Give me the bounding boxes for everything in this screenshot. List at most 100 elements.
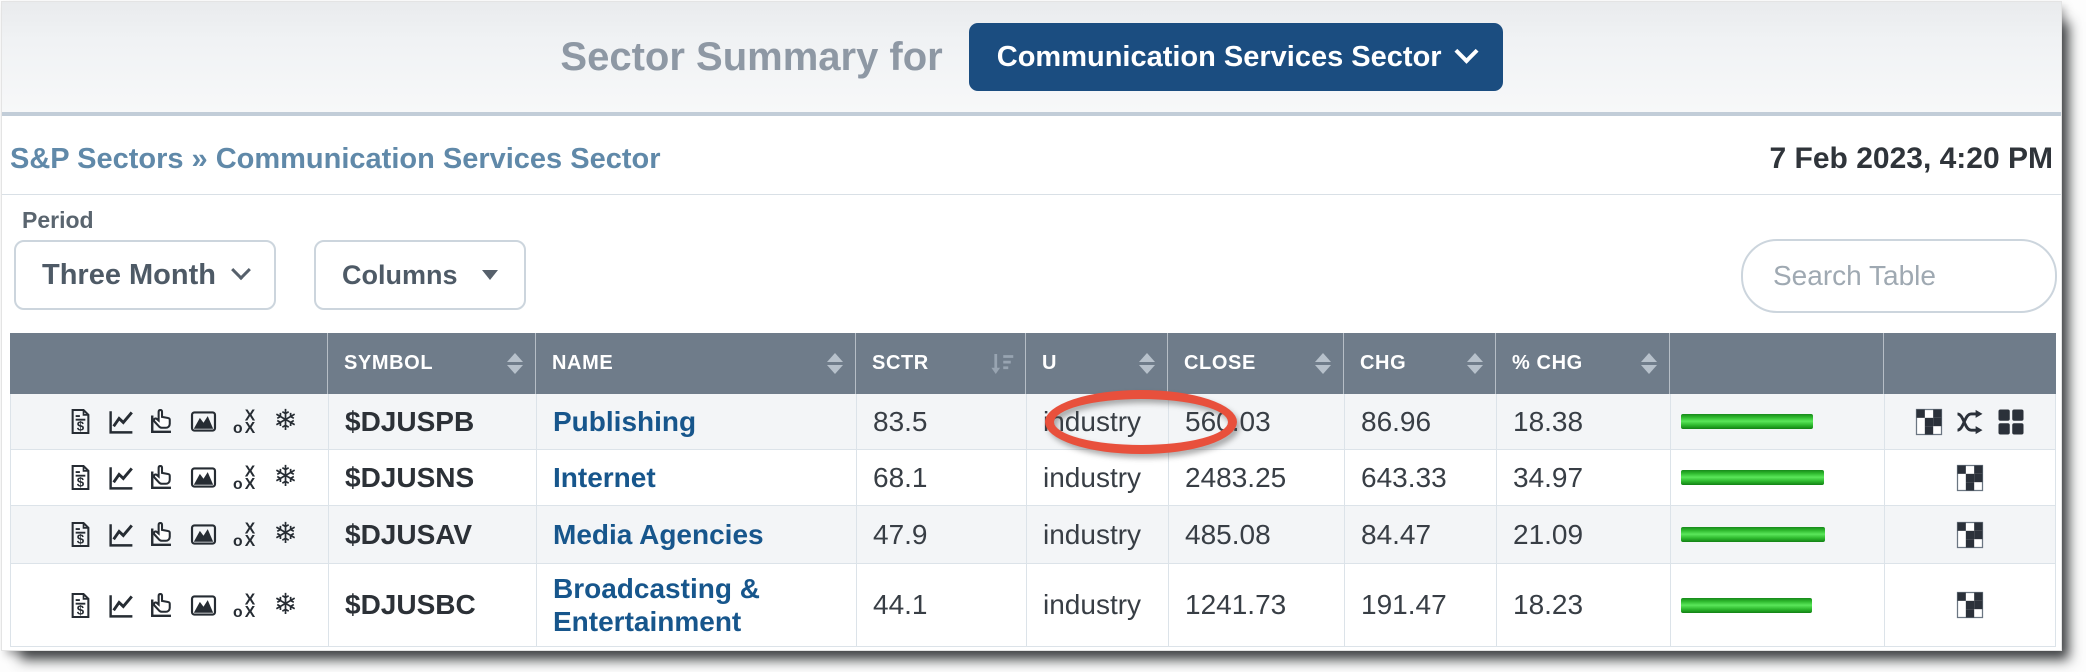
sort-icon[interactable] <box>827 353 843 374</box>
table-row: ❄ $DJUSAV Media Agencies 47.9 industry 4… <box>10 506 2056 564</box>
chevron-down-icon <box>231 260 251 280</box>
row-actions <box>1885 394 2055 449</box>
row-actions <box>1885 450 2055 505</box>
sharpchart-icon[interactable] <box>106 519 137 550</box>
interactive-chart-icon[interactable] <box>147 519 178 550</box>
checkerboard-icon[interactable] <box>1914 407 1944 437</box>
shuffle-icon[interactable] <box>1955 407 1985 437</box>
sctr-cell: 83.5 <box>857 394 1027 449</box>
quote-summary-icon[interactable] <box>65 590 96 621</box>
table-row: ❄ $DJUSNS Internet 68.1 industry 2483.25… <box>10 450 2056 506</box>
symbol-cell: $DJUSAV <box>345 519 472 551</box>
sctr-cell: 44.1 <box>857 564 1027 646</box>
breadcrumb-link-sp-sectors[interactable]: S&P Sectors <box>10 143 184 175</box>
interactive-chart-icon[interactable] <box>147 462 178 493</box>
close-cell: 560.03 <box>1169 394 1345 449</box>
point-and-figure-icon[interactable] <box>229 590 260 621</box>
sctr-cell: 47.9 <box>857 506 1027 563</box>
sharpchart-icon[interactable] <box>106 462 137 493</box>
checkerboard-icon[interactable] <box>1955 590 1985 620</box>
header-close[interactable]: CLOSE <box>1168 333 1344 394</box>
checkerboard-icon[interactable] <box>1955 463 1985 493</box>
seasonality-icon[interactable]: ❄ <box>270 406 301 437</box>
breadcrumb: S&P Sectors»Communication Services Secto… <box>10 143 661 176</box>
row-actions <box>1885 564 2055 646</box>
sharpchart-icon[interactable] <box>106 590 137 621</box>
close-cell: 485.08 <box>1169 506 1345 563</box>
pct-chg-bar <box>1681 598 1812 613</box>
sort-icon[interactable] <box>507 353 523 374</box>
pct-chg-cell: 34.97 <box>1497 450 1671 505</box>
symbol-cell: $DJUSBC <box>345 589 476 621</box>
close-cell: 1241.73 <box>1169 564 1345 646</box>
header-pct-chg[interactable]: % CHG <box>1496 333 1670 394</box>
sort-icon[interactable] <box>1641 353 1657 374</box>
search-input[interactable] <box>1741 239 2057 313</box>
row-chart-tools: ❄ <box>11 564 329 646</box>
table-row: ❄ $DJUSPB Publishing 83.5 industry 560.0… <box>10 394 2056 450</box>
header-symbol[interactable]: SYMBOL <box>328 333 536 394</box>
period-select[interactable]: Three Month <box>14 240 276 310</box>
name-link[interactable]: Broadcasting & Entertainment <box>553 572 856 638</box>
breadcrumb-separator: » <box>184 143 216 175</box>
pct-chg-cell: 21.09 <box>1497 506 1671 563</box>
horizontal-divider <box>2 194 2061 195</box>
name-link[interactable]: Media Agencies <box>553 518 774 551</box>
point-and-figure-icon[interactable] <box>229 519 260 550</box>
quote-summary-icon[interactable] <box>65 519 96 550</box>
galleryview-icon[interactable] <box>188 406 219 437</box>
u-cell: industry <box>1027 450 1169 505</box>
header-chart-tools <box>10 333 328 394</box>
sctr-cell: 68.1 <box>857 450 1027 505</box>
galleryview-icon[interactable] <box>188 462 219 493</box>
sort-descending-icon[interactable] <box>987 349 1017 379</box>
galleryview-icon[interactable] <box>188 590 219 621</box>
sector-selector-button[interactable]: Communication Services Sector <box>969 23 1503 91</box>
name-link[interactable]: Publishing <box>553 405 706 438</box>
pct-chg-cell: 18.38 <box>1497 394 1671 449</box>
row-chart-tools: ❄ <box>11 506 329 563</box>
seasonality-icon[interactable]: ❄ <box>270 519 301 550</box>
columns-button[interactable]: Columns <box>314 240 526 310</box>
close-cell: 2483.25 <box>1169 450 1345 505</box>
chg-cell: 191.47 <box>1345 564 1497 646</box>
name-link[interactable]: Internet <box>553 461 666 494</box>
pct-chg-bar <box>1681 470 1824 485</box>
header-name[interactable]: NAME <box>536 333 856 394</box>
period-label: Period <box>22 207 2061 234</box>
page-header: Sector Summary for Communication Service… <box>2 2 2061 116</box>
interactive-chart-icon[interactable] <box>147 590 178 621</box>
header-sctr[interactable]: SCTR <box>856 333 1026 394</box>
chevron-down-icon <box>1454 39 1478 63</box>
point-and-figure-icon[interactable] <box>229 406 260 437</box>
quote-summary-icon[interactable] <box>65 462 96 493</box>
table-controls: Period Three Month Columns <box>2 207 2061 333</box>
u-cell: industry <box>1027 564 1169 646</box>
checkerboard-icon[interactable] <box>1955 520 1985 550</box>
point-and-figure-icon[interactable] <box>229 462 260 493</box>
sort-icon[interactable] <box>1139 353 1155 374</box>
seasonality-icon[interactable]: ❄ <box>270 462 301 493</box>
sector-table: SYMBOL NAME SCTR U CLOSE CHG <box>10 333 2056 647</box>
symbol-cell: $DJUSPB <box>345 406 474 438</box>
header-u[interactable]: U <box>1026 333 1168 394</box>
seasonality-icon[interactable]: ❄ <box>270 590 301 621</box>
breadcrumb-link-current-sector[interactable]: Communication Services Sector <box>216 143 661 175</box>
period-select-value: Three Month <box>42 259 216 292</box>
grid-icon[interactable] <box>1996 407 2026 437</box>
header-actions <box>1884 333 2054 394</box>
quote-summary-icon[interactable] <box>65 406 96 437</box>
header-chg[interactable]: CHG <box>1344 333 1496 394</box>
header-bar <box>1670 333 1884 394</box>
sort-icon[interactable] <box>1315 353 1331 374</box>
galleryview-icon[interactable] <box>188 519 219 550</box>
interactive-chart-icon[interactable] <box>147 406 178 437</box>
columns-button-label: Columns <box>342 260 458 291</box>
sort-icon[interactable] <box>1467 353 1483 374</box>
row-chart-tools: ❄ <box>11 394 329 449</box>
chg-cell: 643.33 <box>1345 450 1497 505</box>
sharpchart-icon[interactable] <box>106 406 137 437</box>
row-chart-tools: ❄ <box>11 450 329 505</box>
row-actions <box>1885 506 2055 563</box>
caret-down-icon <box>482 270 498 280</box>
